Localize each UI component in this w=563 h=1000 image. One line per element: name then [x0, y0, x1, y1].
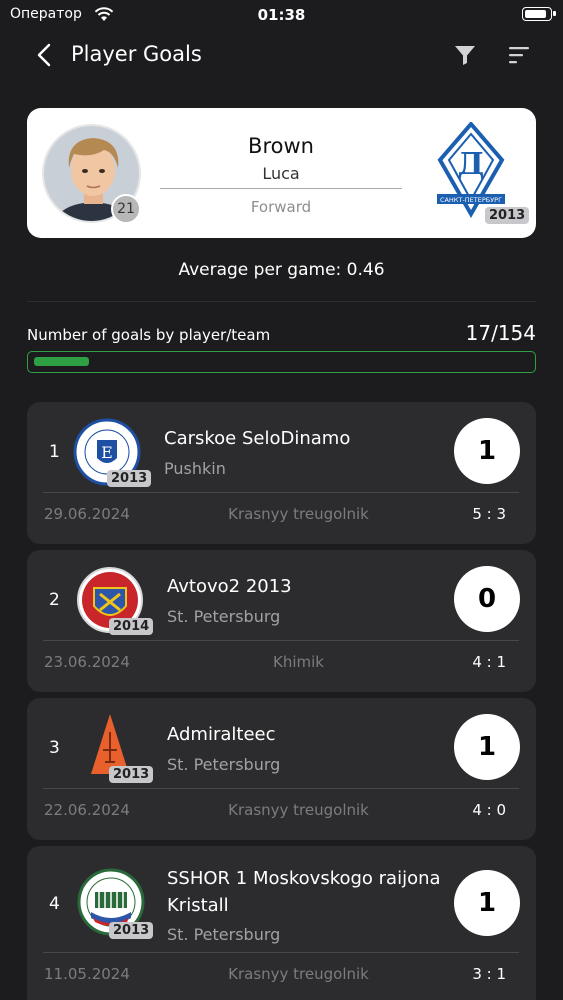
club-city: St. Petersburg	[167, 755, 281, 774]
game-score: 3 : 1	[472, 965, 506, 983]
game-card[interactable]: 2 2014 Avtovo2 2013 St. Petersburg 0 23.…	[27, 550, 536, 692]
club-name: Admiralteec	[167, 724, 276, 745]
card-divider	[43, 952, 519, 953]
game-card[interactable]: 3 2013 Admiralteec St. Petersburg 1 22.0…	[27, 698, 536, 840]
divider	[160, 188, 402, 189]
page-title: Player Goals	[71, 42, 202, 66]
club-name: SSHOR 1 Moskovskogo raijona Kristall	[167, 868, 441, 916]
battery-icon	[522, 7, 556, 21]
status-bar: Оператор 01:38	[0, 0, 563, 30]
club-name: Carskoe SeloDinamo	[164, 428, 351, 449]
player-first-name: Luca	[262, 164, 300, 183]
game-number: 2	[49, 590, 60, 610]
dinamo-logo-icon: Д САНКТ-ПЕТЕРБУРГ	[437, 122, 505, 218]
club-city: Pushkin	[164, 459, 226, 478]
progress-fill	[34, 357, 89, 366]
goals-count: 1	[454, 418, 520, 484]
game-number: 1	[49, 442, 60, 462]
svg-text:САНКТ-ПЕТЕРБУРГ: САНКТ-ПЕТЕРБУРГ	[440, 196, 502, 204]
sort-icon[interactable]	[507, 44, 531, 66]
player-last-name: Brown	[248, 134, 314, 158]
game-score: 4 : 0	[472, 801, 506, 819]
svg-text:Е: Е	[101, 443, 113, 462]
game-number: 4	[49, 894, 60, 914]
club-year-badge: 2013	[109, 922, 154, 939]
battery-fill	[525, 10, 546, 18]
average-per-game: Average per game: 0.46	[178, 260, 385, 280]
club-year-badge: 2014	[109, 618, 154, 635]
club-year-badge: 2013	[107, 470, 152, 487]
club-city: St. Petersburg	[167, 925, 281, 944]
goals-value: 17/154	[465, 321, 536, 345]
nav-bar: Player Goals	[0, 30, 563, 80]
player-card: 21 Brown Luca Forward Д САНКТ-ПЕТЕРБУРГ …	[27, 108, 536, 238]
player-position: Forward	[250, 198, 312, 216]
club-name: Avtovo2 2013	[167, 576, 292, 597]
goals-label: Number of goals by player/team	[27, 326, 271, 344]
card-divider	[43, 788, 519, 789]
goals-progress-bar	[27, 351, 536, 373]
team-year-badge: 2013	[485, 207, 530, 224]
filter-icon[interactable]	[453, 43, 477, 67]
club-year-badge: 2013	[109, 766, 154, 783]
game-score: 4 : 1	[472, 653, 506, 671]
player-number-badge: 21	[111, 194, 141, 224]
game-card[interactable]: 1 Е 2013 Carskoe SeloDinamo Pushkin 1 29…	[27, 402, 536, 544]
game-number: 3	[49, 738, 60, 758]
card-divider	[43, 492, 519, 493]
separator	[27, 301, 536, 302]
clock: 01:38	[257, 6, 306, 24]
goals-count: 1	[454, 714, 520, 780]
back-chevron-icon[interactable]	[32, 42, 56, 68]
card-divider	[43, 640, 519, 641]
game-score: 5 : 3	[472, 505, 506, 523]
goals-count: 1	[454, 870, 520, 936]
svg-text:Д: Д	[458, 147, 485, 182]
goals-count: 0	[454, 566, 520, 632]
game-card[interactable]: 4 2013 SSHOR 1 Moskovskogo raijona Krist…	[27, 846, 536, 1000]
club-city: St. Petersburg	[167, 607, 281, 626]
